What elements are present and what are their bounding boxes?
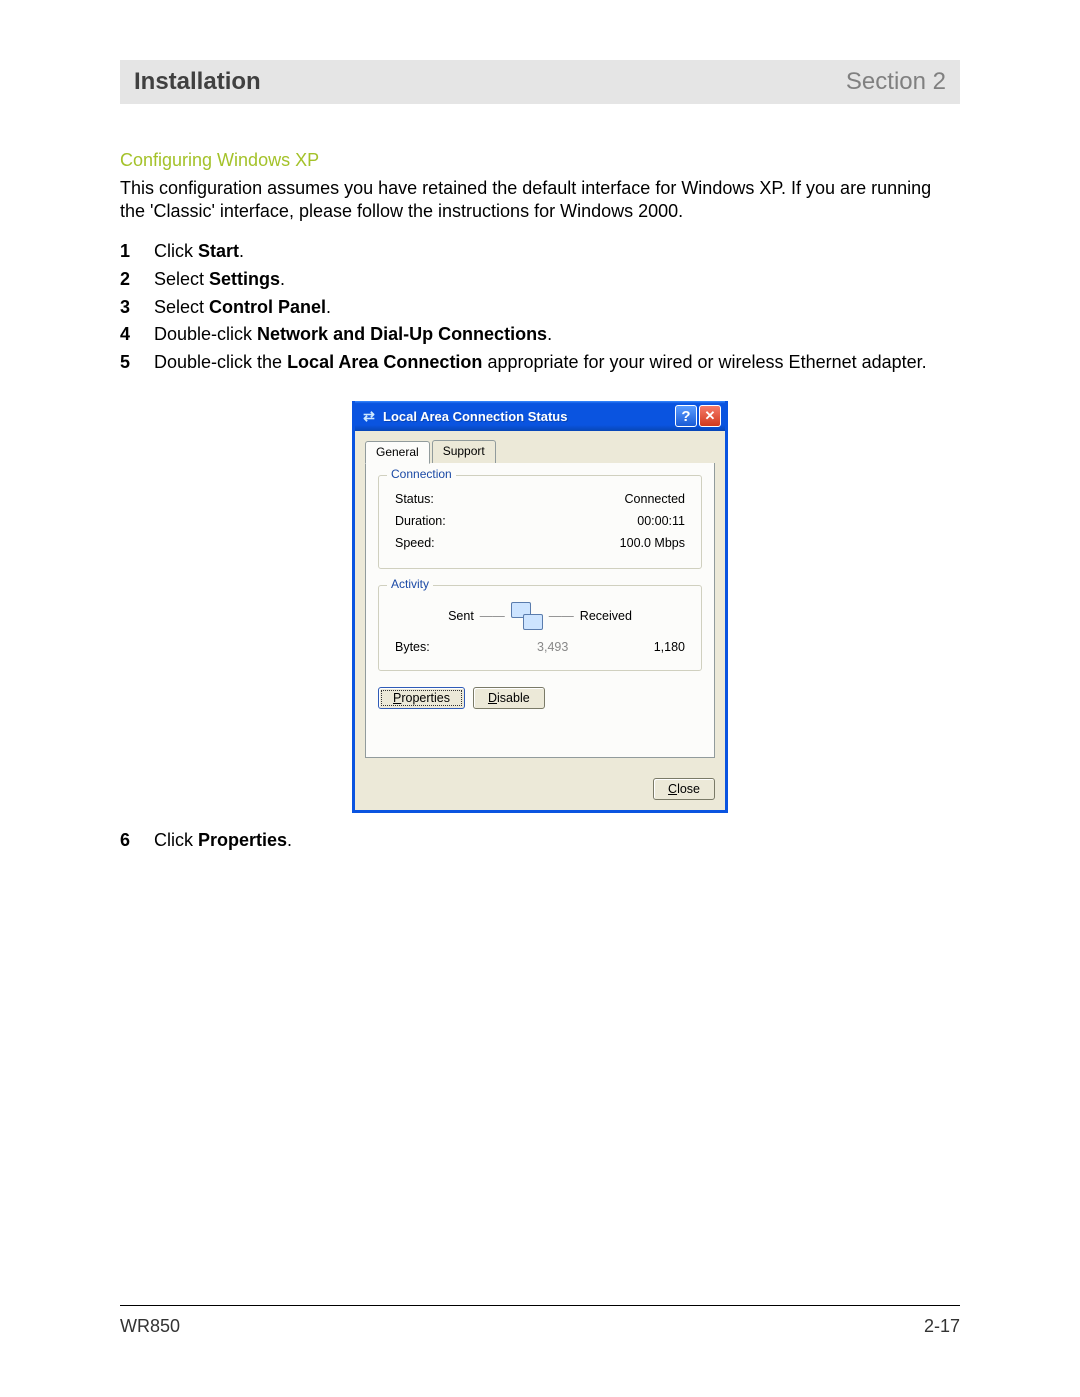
connector-line: ——	[549, 609, 574, 623]
xp-titlebar[interactable]: ⇄ Local Area Connection Status ? ✕	[355, 401, 725, 431]
section-label: Section 2	[846, 68, 946, 96]
bytes-label: Bytes:	[395, 640, 492, 654]
close-icon[interactable]: ✕	[699, 405, 721, 427]
status-label: Status:	[395, 492, 434, 506]
speed-value: 100.0 Mbps	[620, 536, 685, 550]
footer-model: WR850	[120, 1316, 180, 1337]
tab-panel-general: Connection Status: Connected Duration: 0…	[365, 463, 715, 758]
step-6: 6 Click Properties.	[120, 827, 960, 855]
page-title: Installation	[134, 68, 261, 96]
status-value: Connected	[625, 492, 685, 506]
steps-list: 1 Click Start. 2 Select Settings. 3 Sele…	[120, 238, 960, 377]
steps-list-continued: 6 Click Properties.	[120, 827, 960, 855]
group-connection: Connection Status: Connected Duration: 0…	[378, 475, 702, 569]
page-header: Installation Section 2	[120, 60, 960, 104]
duration-value: 00:00:11	[637, 514, 685, 528]
step-2: 2 Select Settings.	[120, 266, 960, 294]
sent-label: Sent	[448, 609, 474, 623]
dialog-footer: Close	[355, 768, 725, 810]
screenshot-figure: ⇄ Local Area Connection Status ? ✕ Gener…	[120, 401, 960, 813]
step-number: 6	[120, 827, 140, 855]
intro-paragraph: This configuration assumes you have reta…	[120, 177, 960, 224]
speed-label: Speed:	[395, 536, 435, 550]
page-footer: WR850 2-17	[120, 1305, 960, 1337]
step-text: Double-click Network and Dial-Up Connect…	[154, 321, 960, 349]
group-activity: Activity Sent —— —— Received Bytes: 3,49…	[378, 585, 702, 671]
properties-button[interactable]: Properties	[378, 687, 465, 709]
disable-button[interactable]: Disable	[473, 687, 545, 709]
step-5: 5 Double-click the Local Area Connection…	[120, 349, 960, 377]
step-text: Double-click the Local Area Connection a…	[154, 349, 960, 377]
step-number: 1	[120, 238, 140, 266]
network-icon: ⇄	[361, 408, 377, 424]
footer-page-number: 2-17	[924, 1316, 960, 1337]
connector-line: ——	[480, 609, 505, 623]
step-3: 3 Select Control Panel.	[120, 294, 960, 322]
step-number: 3	[120, 294, 140, 322]
bytes-sent: 3,493	[492, 640, 589, 654]
received-label: Received	[580, 609, 632, 623]
group-legend: Activity	[387, 577, 433, 591]
close-button[interactable]: Close	[653, 778, 715, 800]
step-text: Click Properties.	[154, 827, 960, 855]
bytes-received: 1,180	[588, 640, 685, 654]
button-row: Properties Disable	[378, 687, 702, 709]
step-text: Select Settings.	[154, 266, 960, 294]
subheading: Configuring Windows XP	[120, 150, 960, 171]
activity-icon	[511, 602, 543, 630]
xp-dialog: ⇄ Local Area Connection Status ? ✕ Gener…	[352, 401, 728, 813]
step-number: 2	[120, 266, 140, 294]
group-legend: Connection	[387, 467, 456, 481]
dialog-title: Local Area Connection Status	[383, 409, 675, 424]
step-number: 4	[120, 321, 140, 349]
step-4: 4 Double-click Network and Dial-Up Conne…	[120, 321, 960, 349]
step-text: Select Control Panel.	[154, 294, 960, 322]
step-number: 5	[120, 349, 140, 377]
step-1: 1 Click Start.	[120, 238, 960, 266]
step-text: Click Start.	[154, 238, 960, 266]
duration-label: Duration:	[395, 514, 446, 528]
help-button[interactable]: ?	[675, 405, 697, 427]
tab-strip: General Support	[365, 440, 715, 464]
tab-support[interactable]: Support	[432, 440, 496, 463]
tab-general[interactable]: General	[365, 441, 430, 464]
